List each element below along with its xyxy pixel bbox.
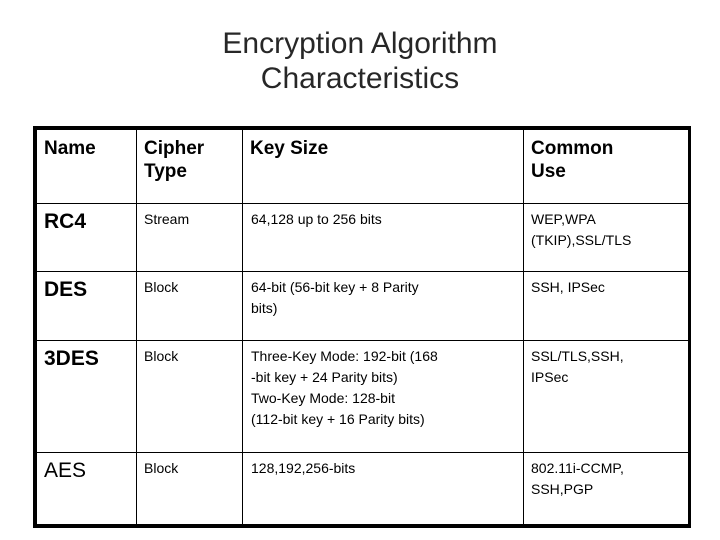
- cell-algorithm-name: AES: [36, 452, 137, 525]
- table-row: DES Block 64-bit (56-bit key + 8 Parity …: [36, 271, 689, 341]
- column-header-cipher-type: Cipher Type: [136, 129, 243, 204]
- column-header-key-size: Key Size: [242, 129, 524, 204]
- cell-common-use: WEP,WPA (TKIP),SSL/TLS: [523, 203, 689, 272]
- slide-canvas: Encryption Algorithm Characteristics Nam…: [0, 0, 720, 540]
- cell-cipher-type: Block: [136, 452, 243, 525]
- cell-key-size: 64,128 up to 256 bits: [242, 203, 524, 272]
- table-header: Name Cipher Type Key Size Common Use: [36, 129, 689, 204]
- cell-algorithm-name: RC4: [36, 203, 137, 272]
- cell-cipher-type: Block: [136, 340, 243, 453]
- table-body: RC4 Stream 64,128 up to 256 bits WEP,WPA…: [36, 203, 689, 525]
- cell-common-use: SSH, IPSec: [523, 271, 689, 341]
- table-row: AES Block 128,192,256-bits 802.11i-CCMP,…: [36, 452, 689, 525]
- cell-algorithm-name: DES: [36, 271, 137, 341]
- cell-cipher-type: Block: [136, 271, 243, 341]
- cell-key-size: Three-Key Mode: 192-bit (168 -bit key + …: [242, 340, 524, 453]
- column-header-common-use: Common Use: [523, 129, 689, 204]
- cell-key-size: 128,192,256-bits: [242, 452, 524, 525]
- page-title: Encryption Algorithm Characteristics: [222, 27, 498, 95]
- table-row: RC4 Stream 64,128 up to 256 bits WEP,WPA…: [36, 203, 689, 272]
- cell-cipher-type: Stream: [136, 203, 243, 272]
- cell-common-use: 802.11i-CCMP, SSH,PGP: [523, 452, 689, 525]
- cell-common-use: SSL/TLS,SSH, IPSec: [523, 340, 689, 453]
- cell-algorithm-name: 3DES: [36, 340, 137, 453]
- table-header-row: Name Cipher Type Key Size Common Use: [36, 129, 689, 204]
- table-row: 3DES Block Three-Key Mode: 192-bit (168 …: [36, 340, 689, 453]
- encryption-characteristics-table: Name Cipher Type Key Size Common Use RC4…: [33, 126, 691, 528]
- table: Name Cipher Type Key Size Common Use RC4…: [36, 129, 689, 525]
- column-header-name: Name: [36, 129, 137, 204]
- cell-key-size: 64-bit (56-bit key + 8 Parity bits): [242, 271, 524, 341]
